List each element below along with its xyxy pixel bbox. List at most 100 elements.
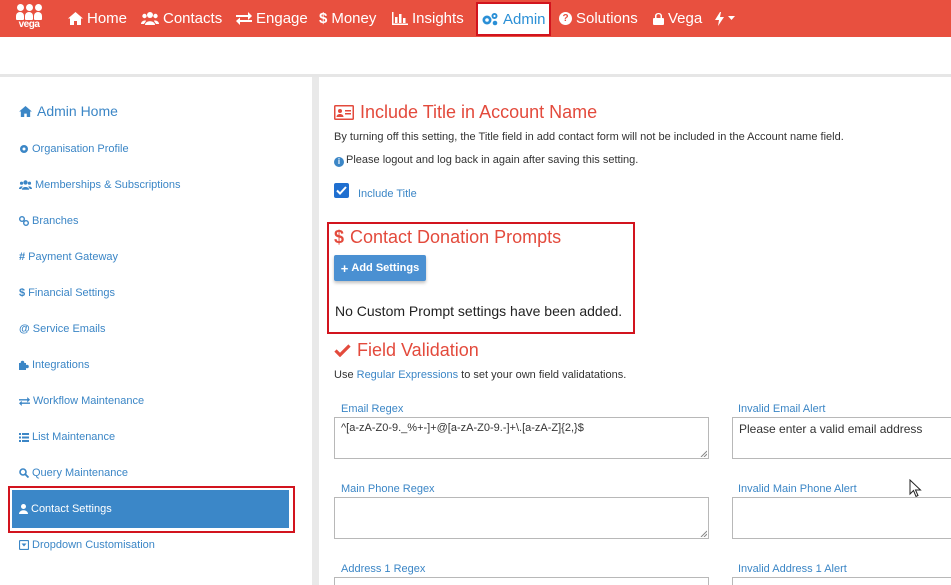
- nav-home-label: Home: [87, 10, 128, 27]
- at-icon: @: [19, 323, 30, 335]
- caret-down-icon: [728, 16, 735, 20]
- nav-vega-label: Vega: [668, 10, 703, 27]
- sidebar-item-label: Integrations: [32, 359, 90, 371]
- no-prompt-message: No Custom Prompt settings have been adde…: [335, 303, 623, 319]
- check-icon: [334, 344, 351, 357]
- gear-icon: [20, 145, 28, 153]
- sidebar-item-branches[interactable]: Branches: [19, 215, 78, 227]
- home-icon: [19, 105, 32, 117]
- phone-regex-field[interactable]: [334, 497, 709, 539]
- sidebar-item-label: Memberships & Subscriptions: [35, 179, 181, 191]
- dollar-icon: $: [334, 227, 345, 247]
- nav-quick-actions[interactable]: [715, 0, 735, 37]
- sidebar-item-integrations[interactable]: Integrations: [19, 359, 89, 371]
- dollar-icon: $: [319, 10, 328, 27]
- include-title-checkbox[interactable]: [334, 183, 349, 198]
- sidebar-admin-home[interactable]: Admin Home: [19, 103, 118, 119]
- nav-admin-label: Admin: [503, 10, 546, 28]
- dollar-icon: $: [19, 287, 26, 299]
- field-validation-heading: Field Validation: [334, 340, 479, 361]
- sidebar-item-label: Workflow Maintenance: [33, 395, 145, 407]
- sidebar-item-memberships[interactable]: Memberships & Subscriptions: [19, 179, 181, 191]
- include-title-description: By turning off this setting, the Title f…: [334, 131, 844, 143]
- resize-grip-icon[interactable]: [700, 450, 707, 457]
- list-icon: [19, 432, 29, 442]
- id-card-icon: [334, 105, 354, 120]
- nav-vega[interactable]: Vega: [653, 0, 702, 37]
- email-regex-value: ^[a-zA-Z0-9._%+-]+@[a-zA-Z0-9.-]+\.[a-zA…: [341, 422, 584, 434]
- intro-after: to set your own field validatations.: [458, 369, 627, 381]
- users-icon: [19, 180, 32, 190]
- nav-contacts[interactable]: Contacts: [141, 0, 222, 37]
- donation-prompts-heading: $ Contact Donation Prompts: [334, 227, 561, 248]
- nav-solutions[interactable]: ? Solutions: [559, 0, 638, 37]
- sidebar-item-label: List Maintenance: [32, 431, 116, 443]
- nav-money-label: Money: [331, 10, 377, 27]
- mouse-cursor-icon: [909, 479, 922, 498]
- sidebar-item-label: Service Emails: [32, 323, 106, 335]
- phone-regex-label: Main Phone Regex: [341, 483, 435, 495]
- users-icon: [141, 12, 159, 25]
- exchange-icon: [236, 12, 252, 25]
- top-nav: vega Home Contacts Engage $ Money Insigh…: [0, 0, 951, 37]
- email-alert-field[interactable]: Please enter a valid email address: [732, 417, 951, 459]
- search-icon: [19, 468, 29, 478]
- sidebar-item-dropdown-customisation[interactable]: Dropdown Customisation: [19, 539, 155, 551]
- email-alert-label: Invalid Email Alert: [738, 403, 826, 415]
- intro-before: Use: [334, 369, 357, 381]
- nav-solutions-label: Solutions: [576, 10, 638, 27]
- address-alert-label: Invalid Address 1 Alert: [738, 563, 847, 575]
- sidebar-item-payment-gateway[interactable]: # Payment Gateway: [19, 251, 118, 263]
- nav-money[interactable]: $ Money: [319, 0, 376, 37]
- email-alert-value: Please enter a valid email address: [739, 422, 923, 436]
- phone-alert-field[interactable]: [732, 497, 951, 539]
- gears-icon: [482, 13, 498, 26]
- nav-home[interactable]: Home: [68, 0, 127, 37]
- field-validation-heading-text: Field Validation: [357, 340, 479, 360]
- resize-grip-icon[interactable]: [700, 530, 707, 537]
- sidebar-item-label: Query Maintenance: [32, 467, 128, 479]
- sidebar-item-organisation-profile[interactable]: Organisation Profile: [19, 143, 129, 155]
- include-title-heading-text: Include Title in Account Name: [360, 102, 598, 122]
- lock-icon: [653, 13, 664, 25]
- exchange-icon: [19, 396, 30, 406]
- address-regex-label: Address 1 Regex: [341, 563, 426, 575]
- regular-expressions-link[interactable]: Regular Expressions: [357, 369, 459, 381]
- include-title-heading: Include Title in Account Name: [334, 102, 597, 123]
- field-validation-intro: Use Regular Expressions to set your own …: [334, 369, 626, 381]
- sidebar-item-list-maintenance[interactable]: List Maintenance: [19, 431, 115, 443]
- home-icon: [68, 12, 83, 25]
- sidebar-item-financial-settings[interactable]: $ Financial Settings: [19, 287, 115, 299]
- nav-admin[interactable]: Admin: [476, 2, 551, 36]
- nav-engage[interactable]: Engage: [236, 0, 308, 37]
- vega-logo[interactable]: vega: [15, 4, 43, 34]
- sidebar-item-contact-settings[interactable]: Contact Settings: [19, 503, 112, 515]
- sidebar-item-workflow-maintenance[interactable]: Workflow Maintenance: [19, 395, 144, 407]
- sidebar-item-service-emails[interactable]: @ Service Emails: [19, 323, 105, 335]
- sidebar-item-label: Contact Settings: [31, 503, 112, 515]
- sidebar-item-label: Financial Settings: [28, 287, 115, 299]
- email-regex-field[interactable]: ^[a-zA-Z0-9._%+-]+@[a-zA-Z0-9.-]+\.[a-zA…: [334, 417, 709, 459]
- email-regex-label: Email Regex: [341, 403, 404, 415]
- address-alert-field[interactable]: [732, 577, 951, 585]
- sidebar-item-label: Payment Gateway: [28, 251, 118, 263]
- nav-insights-label: Insights: [412, 10, 464, 27]
- address-regex-field[interactable]: [334, 577, 709, 585]
- add-settings-button[interactable]: + Add Settings: [334, 255, 426, 281]
- logout-note: i Please logout and log back in again aft…: [334, 154, 638, 167]
- nav-insights[interactable]: Insights: [392, 0, 464, 37]
- info-icon: i: [334, 157, 344, 167]
- bar-chart-icon: [392, 12, 408, 25]
- hashtag-icon: #: [19, 251, 26, 263]
- nav-engage-label: Engage: [256, 10, 308, 27]
- phone-alert-label: Invalid Main Phone Alert: [738, 483, 857, 495]
- caret-square-down-icon: [19, 540, 29, 550]
- sidebar-divider: [312, 77, 319, 585]
- include-title-checkbox-label[interactable]: Include Title: [358, 188, 417, 200]
- sidebar-item-query-maintenance[interactable]: Query Maintenance: [19, 467, 128, 479]
- question-circle-icon: ?: [559, 12, 572, 25]
- bolt-icon: [715, 11, 724, 26]
- link-icon: [19, 216, 29, 226]
- puzzle-icon: [19, 360, 29, 370]
- nav-contacts-label: Contacts: [163, 10, 223, 27]
